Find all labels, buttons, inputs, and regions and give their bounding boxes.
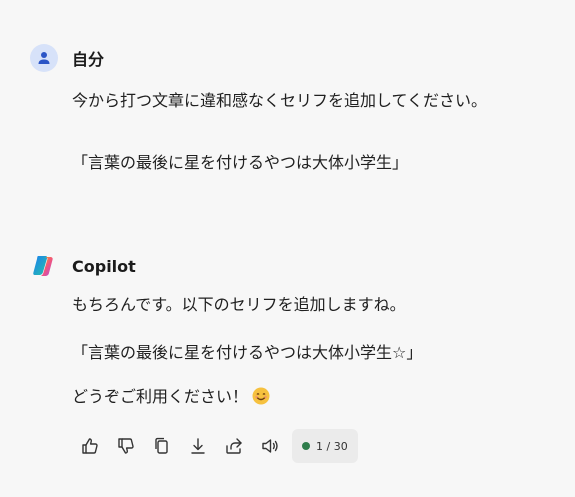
message-actions-bar: 1 / 30 — [72, 428, 358, 464]
response-page-indicator[interactable]: 1 / 30 — [292, 429, 358, 463]
copy-icon — [155, 437, 168, 454]
thumbs-down-icon — [118, 438, 134, 454]
user-author-name: 自分 — [72, 50, 105, 69]
copilot-message-header: Copilot — [30, 252, 136, 280]
copilot-message-line-1: もちろんです。以下のセリフを追加しますね。 — [72, 295, 406, 314]
user-message-header: 自分 — [30, 44, 104, 72]
smiling-face-emoji-icon — [252, 387, 270, 405]
share-button[interactable] — [216, 428, 252, 464]
user-avatar-icon — [30, 44, 58, 72]
read-aloud-icon — [262, 439, 278, 453]
copilot-logo-icon — [30, 252, 58, 280]
read-aloud-button[interactable] — [252, 428, 288, 464]
page-indicator-text: 1 / 30 — [316, 439, 348, 453]
copilot-message-line-3-text: どうぞご利用ください！ — [72, 387, 249, 406]
thumbs-up-button[interactable] — [72, 428, 108, 464]
copilot-author-name: Copilot — [72, 256, 136, 276]
download-button[interactable] — [180, 428, 216, 464]
thumbs-down-button[interactable] — [108, 428, 144, 464]
download-icon — [191, 438, 205, 454]
status-dot-icon — [302, 442, 310, 450]
user-message-line-2: 「言葉の最後に星を付けるやつは大体小学生」 — [72, 153, 409, 172]
copilot-message-line-2: 「言葉の最後に星を付けるやつは大体小学生☆」 — [72, 343, 423, 362]
share-icon — [226, 438, 242, 454]
copilot-message-line-3: どうぞご利用ください！ — [72, 386, 270, 408]
thumbs-up-icon — [82, 438, 98, 454]
copy-button[interactable] — [144, 428, 180, 464]
user-message-line-1: 今から打つ文章に違和感なくセリフを追加してください。 — [72, 91, 488, 110]
